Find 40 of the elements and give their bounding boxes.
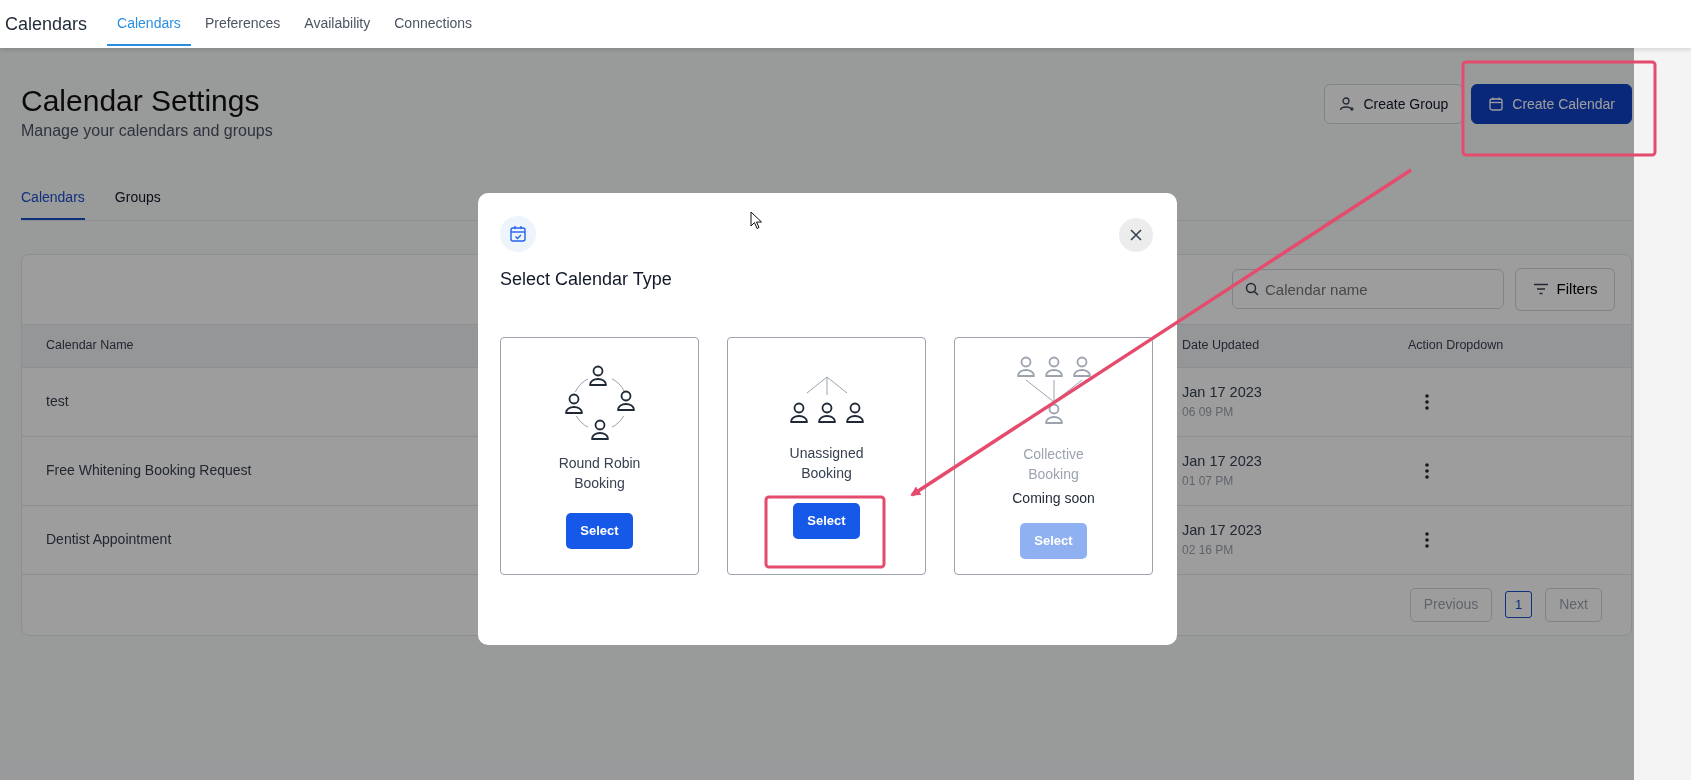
page-title: Calendar Settings (21, 84, 261, 119)
select-button[interactable]: Select (793, 503, 860, 539)
close-button[interactable] (1119, 218, 1153, 252)
mouse-pointer-icon (750, 208, 763, 232)
table-cell: Dentist Appointment (46, 531, 172, 547)
table-cell: test (46, 393, 69, 409)
create-calendar-button[interactable]: Create Calendar (1471, 84, 1632, 124)
filter-icon (1532, 283, 1549, 295)
column-header: Calendar Name (46, 337, 135, 355)
filters-button[interactable]: Filters (1515, 267, 1615, 311)
table-cell: Free Whitening Booking Request (46, 462, 252, 478)
date-text: Jan 17 2023 (1182, 382, 1263, 402)
column-header: Action Dropdown (1408, 337, 1504, 355)
nav-tab[interactable]: Availability (294, 2, 381, 46)
close-icon (1129, 228, 1143, 242)
calendar-check-icon (500, 216, 536, 252)
search-field[interactable]: Calendar name (1232, 269, 1504, 309)
page-number[interactable]: 1 (1505, 591, 1533, 618)
option-title: Collective Booking (1022, 444, 1085, 484)
column-header: Date Updated (1182, 337, 1261, 355)
nav-tab[interactable]: Preferences (194, 2, 291, 46)
option-title: Unassigned Booking (788, 444, 865, 483)
nav-tab[interactable]: Calendars (107, 2, 191, 46)
app-title: Calendars (5, 12, 88, 36)
date-text: Jan 17 2023 (1182, 520, 1263, 540)
nav-tab[interactable]: Connections (384, 2, 483, 46)
option-title: Round Robin Booking (557, 454, 642, 493)
coming-soon-text: Coming soon (1012, 488, 1095, 508)
date-text: Jan 17 2023 (1182, 451, 1263, 471)
page-subtitle: Manage your calendars and groups (21, 120, 273, 141)
select-button[interactable]: Select (566, 513, 633, 549)
calendar-icon (1488, 96, 1505, 112)
page-tab[interactable]: Calendars (21, 186, 85, 220)
time-text: 06 09 PM (1182, 404, 1235, 422)
add-user-icon (1339, 96, 1356, 112)
dialog-title: Select Calendar Type (500, 268, 673, 291)
page-tab[interactable]: Groups (114, 186, 161, 220)
time-text: 02 16 PM (1182, 542, 1235, 560)
create-group-button[interactable]: Create Group (1324, 84, 1464, 124)
time-text: 01 07 PM (1182, 473, 1235, 491)
